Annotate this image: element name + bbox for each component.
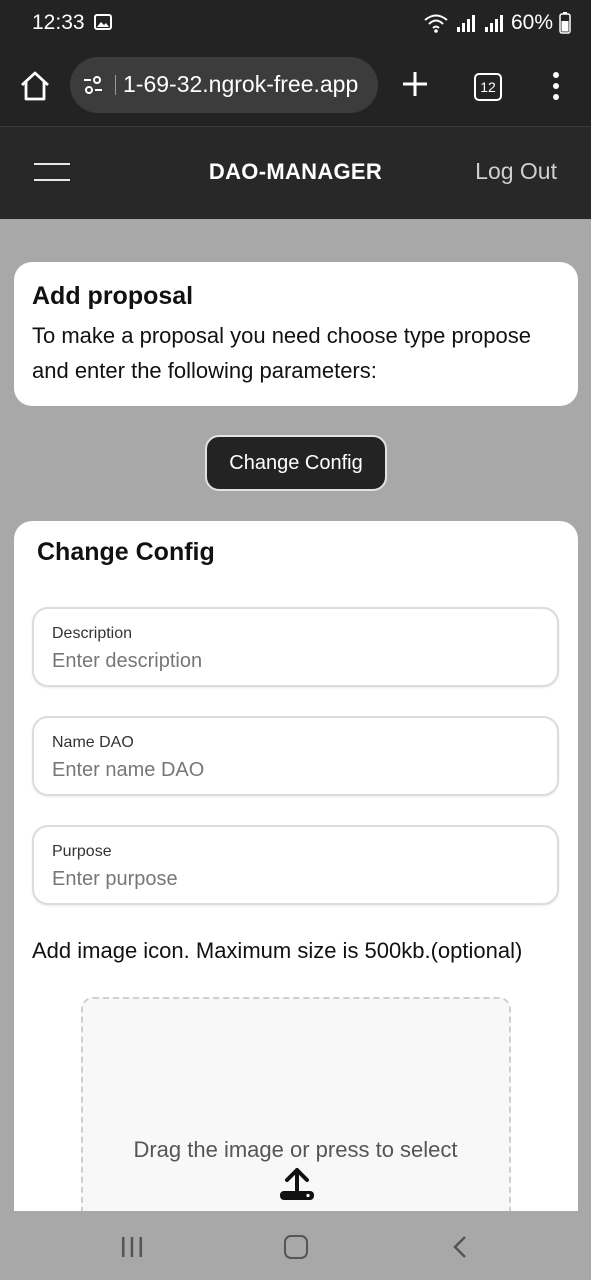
status-time: 12:33	[32, 11, 85, 34]
recent-apps-icon[interactable]	[120, 1236, 144, 1258]
app-header: DAO-MANAGER Log Out	[0, 127, 591, 219]
name-dao-input[interactable]	[52, 756, 532, 784]
address-bar[interactable]: 1-69-32.ngrok-free.app	[70, 57, 378, 113]
intro-card: Add proposal To make a proposal you need…	[14, 262, 578, 406]
proposal-type-button[interactable]: Change Config	[205, 435, 387, 491]
battery-percent: 60%	[510, 11, 553, 34]
system-nav-bar	[0, 1211, 591, 1280]
dropzone-text: Drag the image or press to select	[133, 1137, 458, 1162]
battery-icon	[559, 12, 571, 34]
description-label: Description	[52, 625, 133, 642]
nav-home-icon[interactable]	[284, 1235, 308, 1259]
status-bar: 12:33 60%	[0, 0, 591, 47]
image-icon	[94, 14, 112, 30]
home-icon[interactable]	[18, 70, 52, 102]
tab-count: 12	[480, 79, 496, 95]
plus-icon[interactable]	[400, 69, 430, 99]
name-dao-field[interactable]: Name DAO	[32, 716, 559, 796]
back-icon[interactable]	[452, 1235, 468, 1259]
address-divider	[115, 75, 116, 95]
change-config-form: Change Config Description Name DAO Purpo…	[14, 521, 578, 1257]
upload-icon	[280, 1168, 314, 1200]
status-right: 60%	[423, 11, 571, 35]
intro-text: To make a proposal you need choose type …	[32, 323, 531, 383]
name-dao-label: Name DAO	[52, 734, 134, 751]
tabs-icon[interactable]: 12	[474, 73, 502, 101]
url-text[interactable]: 1-69-32.ngrok-free.app	[123, 71, 358, 98]
browser-toolbar: 1-69-32.ngrok-free.app 12	[0, 47, 591, 127]
purpose-field[interactable]: Purpose	[32, 825, 559, 905]
form-title: Change Config	[37, 538, 215, 566]
wifi-icon	[424, 14, 448, 33]
signal-icon	[484, 15, 503, 32]
purpose-label: Purpose	[52, 843, 112, 860]
signal-icon	[456, 15, 475, 32]
site-settings-icon[interactable]	[82, 74, 104, 96]
description-input[interactable]	[52, 647, 532, 675]
purpose-input[interactable]	[52, 865, 532, 893]
description-field[interactable]: Description	[32, 607, 559, 687]
intro-title: Add proposal	[32, 282, 194, 310]
logout-button[interactable]: Log Out	[475, 158, 557, 185]
image-note: Add image icon. Maximum size is 500kb.(o…	[32, 938, 523, 963]
more-vert-icon[interactable]	[552, 71, 560, 101]
